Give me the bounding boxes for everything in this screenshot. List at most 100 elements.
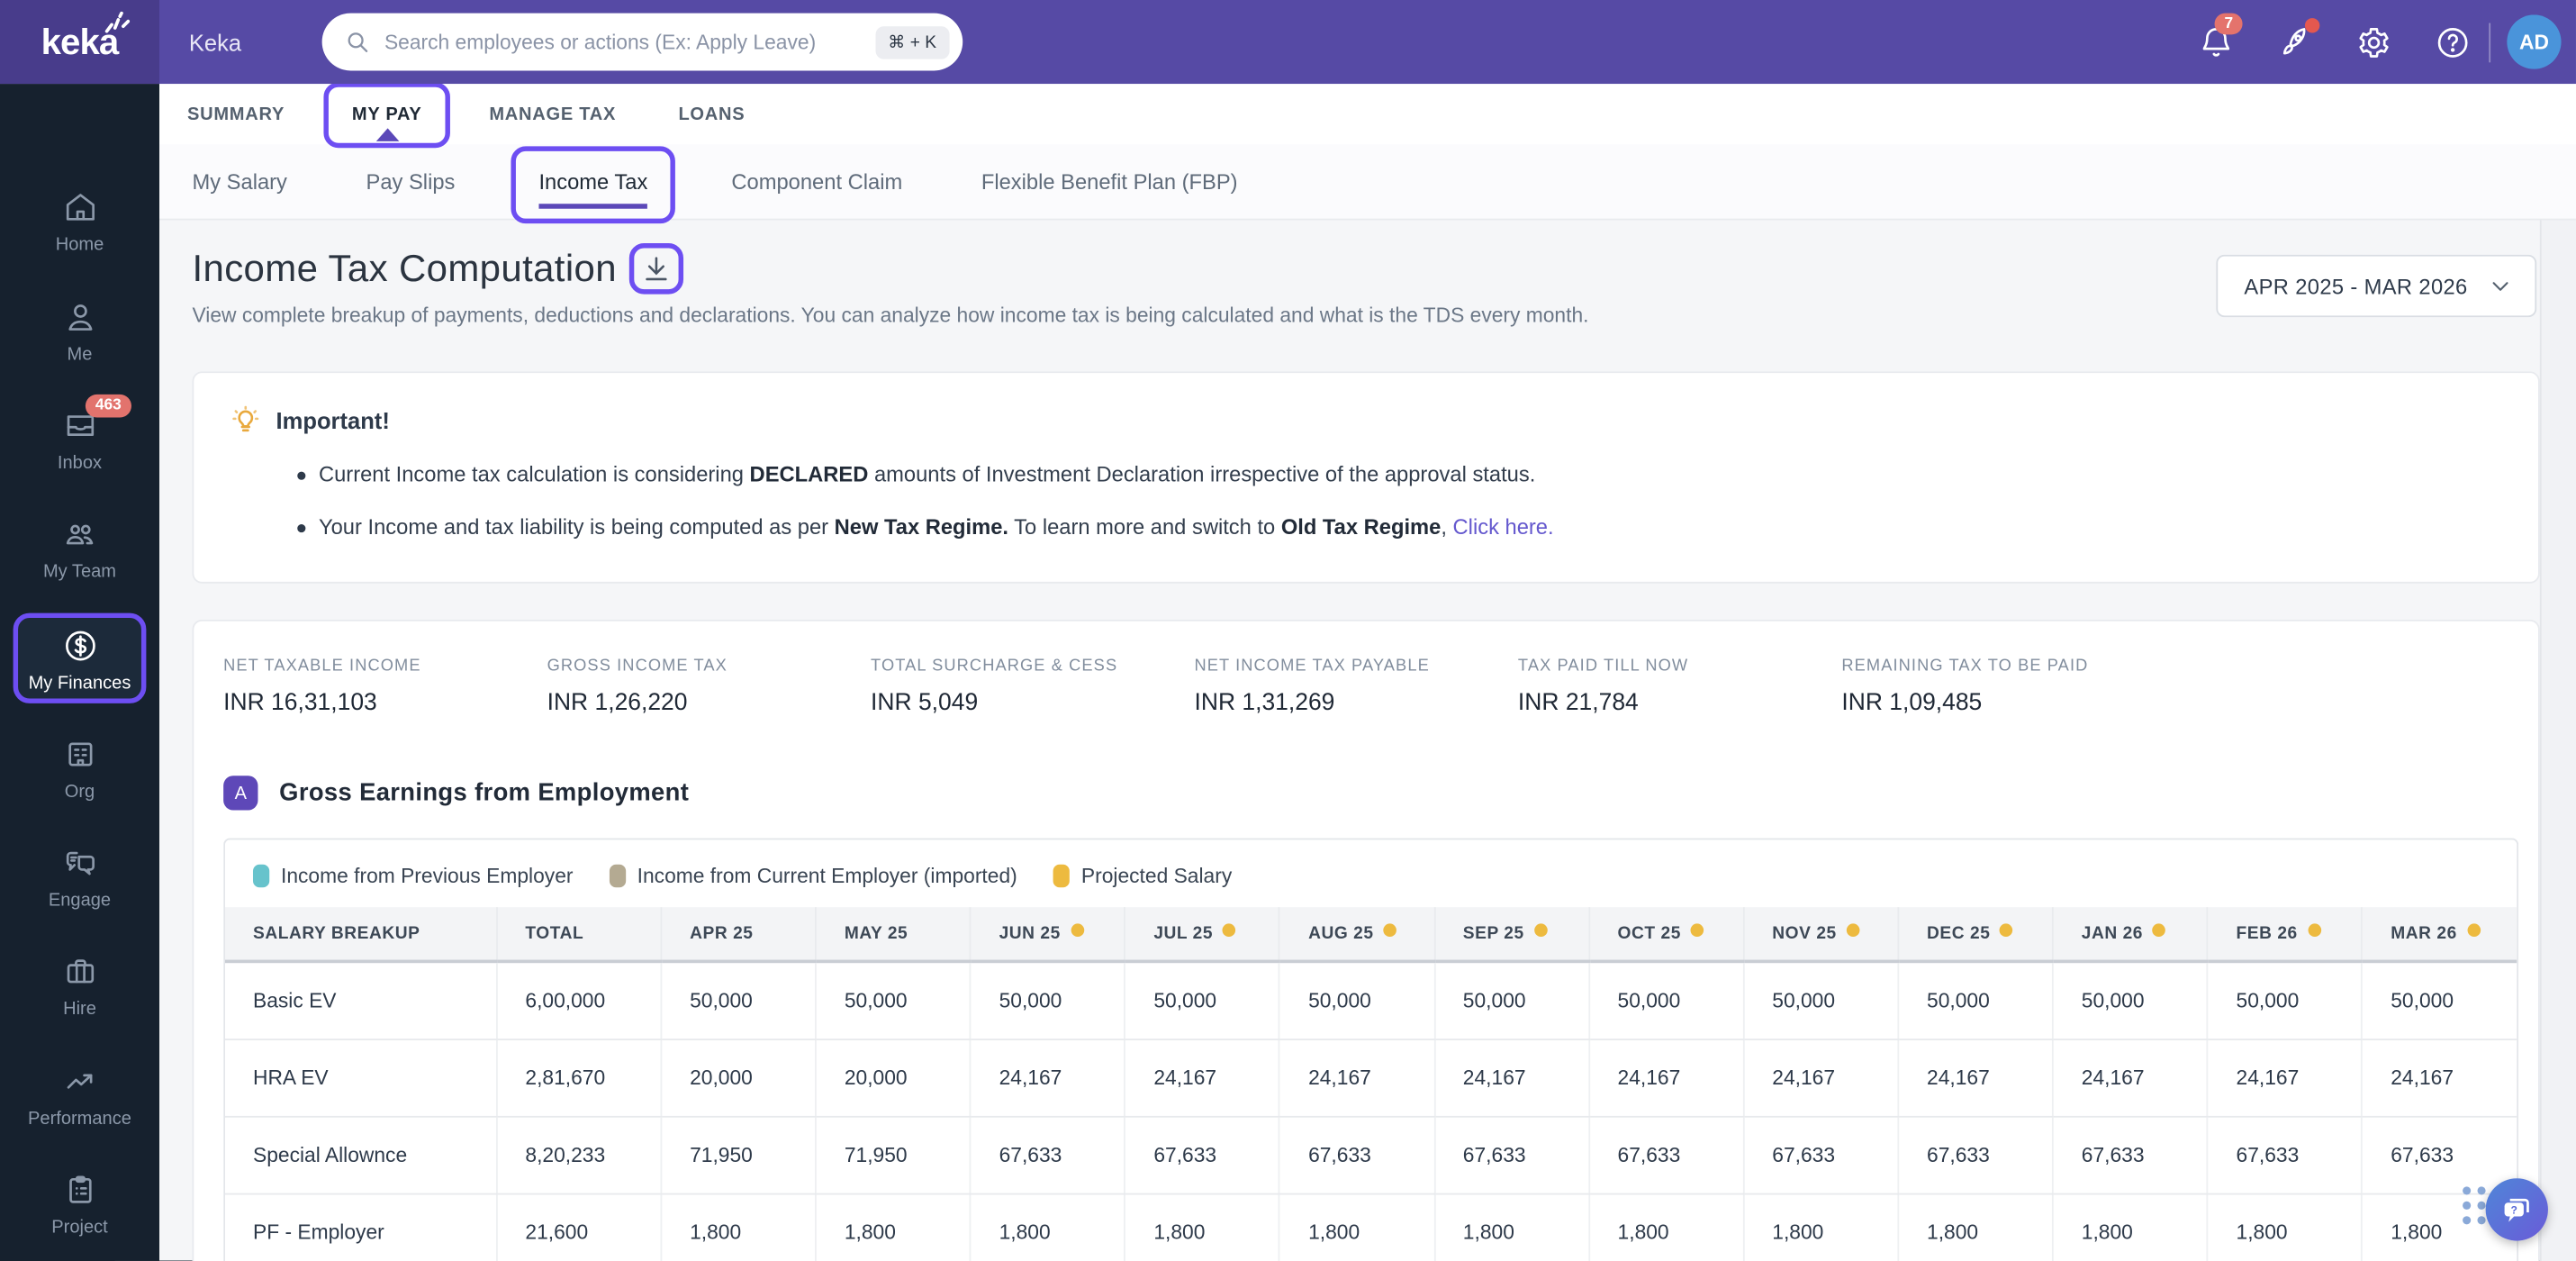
sidebar-item-my-finances[interactable]: My Finances: [0, 628, 159, 694]
click-here-link[interactable]: Click here.: [1453, 514, 1554, 539]
download-button[interactable]: [629, 243, 684, 295]
spark-icon: [104, 11, 131, 33]
search-placeholder: Search employees or actions (Ex: Apply L…: [384, 30, 817, 54]
bell-button[interactable]: 7: [2198, 12, 2244, 59]
row-label: Basic EV: [224, 961, 498, 1040]
row-month-value: 1,800: [1743, 1193, 1900, 1261]
row-month-value: 50,000: [815, 961, 972, 1040]
notice-bullet: Your Income and tax liability is being c…: [297, 514, 2538, 539]
search-shortcut-badge: ⌘ + K: [874, 25, 950, 59]
sidebar-item-performance[interactable]: Performance: [0, 1064, 159, 1129]
sidebar-item-label: Performance: [28, 1109, 131, 1129]
projected-month-dot: [1690, 923, 1704, 938]
column-header-aug-25: AUG 25: [1279, 907, 1435, 964]
sidebar: Home Me Inbox 463 My Team My Finances Org Engag…: [0, 84, 159, 1261]
sub-tabbar: My Salary Pay Slips Income Tax Component Cl…: [158, 144, 2576, 224]
row-month-value: 1,800: [1125, 1193, 1281, 1261]
row-month-value: 67,633: [1588, 1115, 1745, 1194]
sidebar-item-label: Engage: [48, 890, 112, 911]
table-row-pf-employer: PF - Employer 21,600 1,800 1,800 1,800 1,800 1…: [224, 1193, 2517, 1261]
inbox-count-badge: 463: [85, 394, 131, 417]
row-month-value: 1,800: [1898, 1193, 2054, 1261]
active-tab-indicator: [375, 127, 399, 141]
row-month-value: 24,167: [1279, 1039, 1435, 1117]
row-month-value: 1,800: [815, 1193, 972, 1261]
subtab-pay-slips[interactable]: Pay Slips: [366, 169, 456, 194]
help-button[interactable]: [2435, 23, 2471, 59]
row-month-value: 67,633: [1898, 1115, 2054, 1194]
stat-remaining-tax-to-be-paid: REMAINING TAX TO BE PAID INR 1,09,485: [1841, 658, 2165, 717]
svg-text:?: ?: [2511, 1203, 2517, 1216]
gear-button[interactable]: [2355, 23, 2391, 59]
subtab-flexible-benefit-plan-fbp-[interactable]: Flexible Benefit Plan (FBP): [981, 169, 1238, 194]
row-total: 2,81,670: [496, 1039, 663, 1117]
tab-summary[interactable]: SUMMARY: [187, 104, 285, 124]
column-header-jun-25: JUN 25: [970, 907, 1126, 964]
tab-my-pay[interactable]: MY PAY: [352, 104, 422, 124]
column-header-salary-breakup: SALARY BREAKUP: [224, 907, 498, 964]
row-month-value: 50,000: [970, 961, 1126, 1040]
home-icon: [65, 194, 95, 221]
row-month-value: 1,800: [2207, 1193, 2364, 1261]
sidebar-item-home[interactable]: Home: [0, 189, 159, 255]
keka-logo[interactable]: keka: [0, 0, 159, 85]
sidebar-item-me[interactable]: Me: [0, 299, 159, 365]
tab-manage-tax[interactable]: MANAGE TAX: [489, 104, 616, 124]
projected-month-dot: [2000, 923, 2013, 938]
main-area: SUMMARY MY PAY MANAGE TAX LOANS My Salary Pa…: [158, 81, 2576, 1261]
sidebar-item-org[interactable]: Org: [0, 736, 159, 802]
sidebar-item-engage[interactable]: Engage: [0, 845, 159, 911]
row-month-value: 20,000: [815, 1039, 972, 1117]
column-header-total: TOTAL: [496, 907, 663, 964]
org-icon: [68, 742, 92, 767]
row-month-value: 1,800: [1588, 1193, 1745, 1261]
sidebar-item-inbox[interactable]: Inbox 463: [0, 394, 159, 474]
row-month-value: 50,000: [1898, 961, 2054, 1040]
team-icon: [65, 524, 93, 545]
row-month-value: 67,633: [1743, 1115, 1900, 1194]
support-chat-button[interactable]: ?: [2485, 1178, 2548, 1241]
projected-month-dot: [1070, 923, 1084, 938]
column-header-sep-25: SEP 25: [1433, 907, 1590, 964]
sidebar-item-project[interactable]: Project: [0, 1172, 159, 1238]
stat-label: GROSS INCOME TAX: [547, 657, 728, 676]
drag-handle[interactable]: [2463, 1186, 2486, 1225]
row-month-value: 67,633: [2052, 1115, 2209, 1194]
scrollbar-gutter[interactable]: [2539, 220, 2576, 1261]
tax-summary-panel: NET TAXABLE INCOME INR 16,31,103 GROSS INC…: [192, 619, 2540, 1261]
row-total: 21,600: [496, 1193, 663, 1261]
download-icon: [646, 257, 668, 281]
stat-value: INR 1,31,269: [1194, 690, 1335, 717]
sidebar-item-label: Inbox: [57, 453, 103, 474]
column-header-mar-26: MAR 26: [2362, 907, 2517, 964]
projected-month-dot: [1533, 923, 1548, 938]
financial-year-dropdown[interactable]: APR 2025 - MAR 2026: [2216, 254, 2537, 318]
row-month-value: 24,167: [2362, 1039, 2517, 1117]
stats-row: NET TAXABLE INCOME INR 16,31,103 GROSS INC…: [194, 621, 2538, 717]
rocket-button[interactable]: [2277, 17, 2320, 59]
row-month-value: 1,800: [661, 1193, 817, 1261]
projected-month-dot: [2152, 923, 2166, 938]
row-month-value: 24,167: [2207, 1039, 2364, 1117]
row-month-value: 71,950: [815, 1115, 972, 1194]
sidebar-item-label: My Finances: [28, 674, 131, 694]
keka-app: keka Keka Search employees or actions (E…: [0, 0, 2576, 1261]
sidebar-item-my-team[interactable]: My Team: [0, 516, 159, 582]
global-search-input[interactable]: Search employees or actions (Ex: Apply L…: [321, 13, 963, 71]
row-label: PF - Employer: [224, 1193, 498, 1261]
stat-value: INR 1,09,485: [1841, 690, 1983, 717]
hire-icon: [66, 959, 94, 984]
stat-net-income-tax-payable: NET INCOME TAX PAYABLE INR 1,31,269: [1194, 658, 1517, 717]
main-tabbar: SUMMARY MY PAY MANAGE TAX LOANS: [158, 81, 2576, 148]
column-header-apr-25: APR 25: [661, 907, 817, 964]
tab-loans[interactable]: LOANS: [678, 104, 745, 124]
stat-label: NET INCOME TAX PAYABLE: [1194, 657, 1430, 676]
stat-value: INR 16,31,103: [223, 690, 377, 717]
sidebar-item-hire[interactable]: Hire: [0, 953, 159, 1019]
subtab-my-salary[interactable]: My Salary: [192, 169, 286, 194]
subtab-component-claim[interactable]: Component Claim: [731, 169, 902, 194]
avatar[interactable]: AD: [2507, 14, 2562, 69]
sidebar-item-label: Hire: [63, 999, 96, 1020]
subtab-income-tax[interactable]: Income Tax: [538, 169, 647, 194]
search-icon: [348, 32, 368, 52]
